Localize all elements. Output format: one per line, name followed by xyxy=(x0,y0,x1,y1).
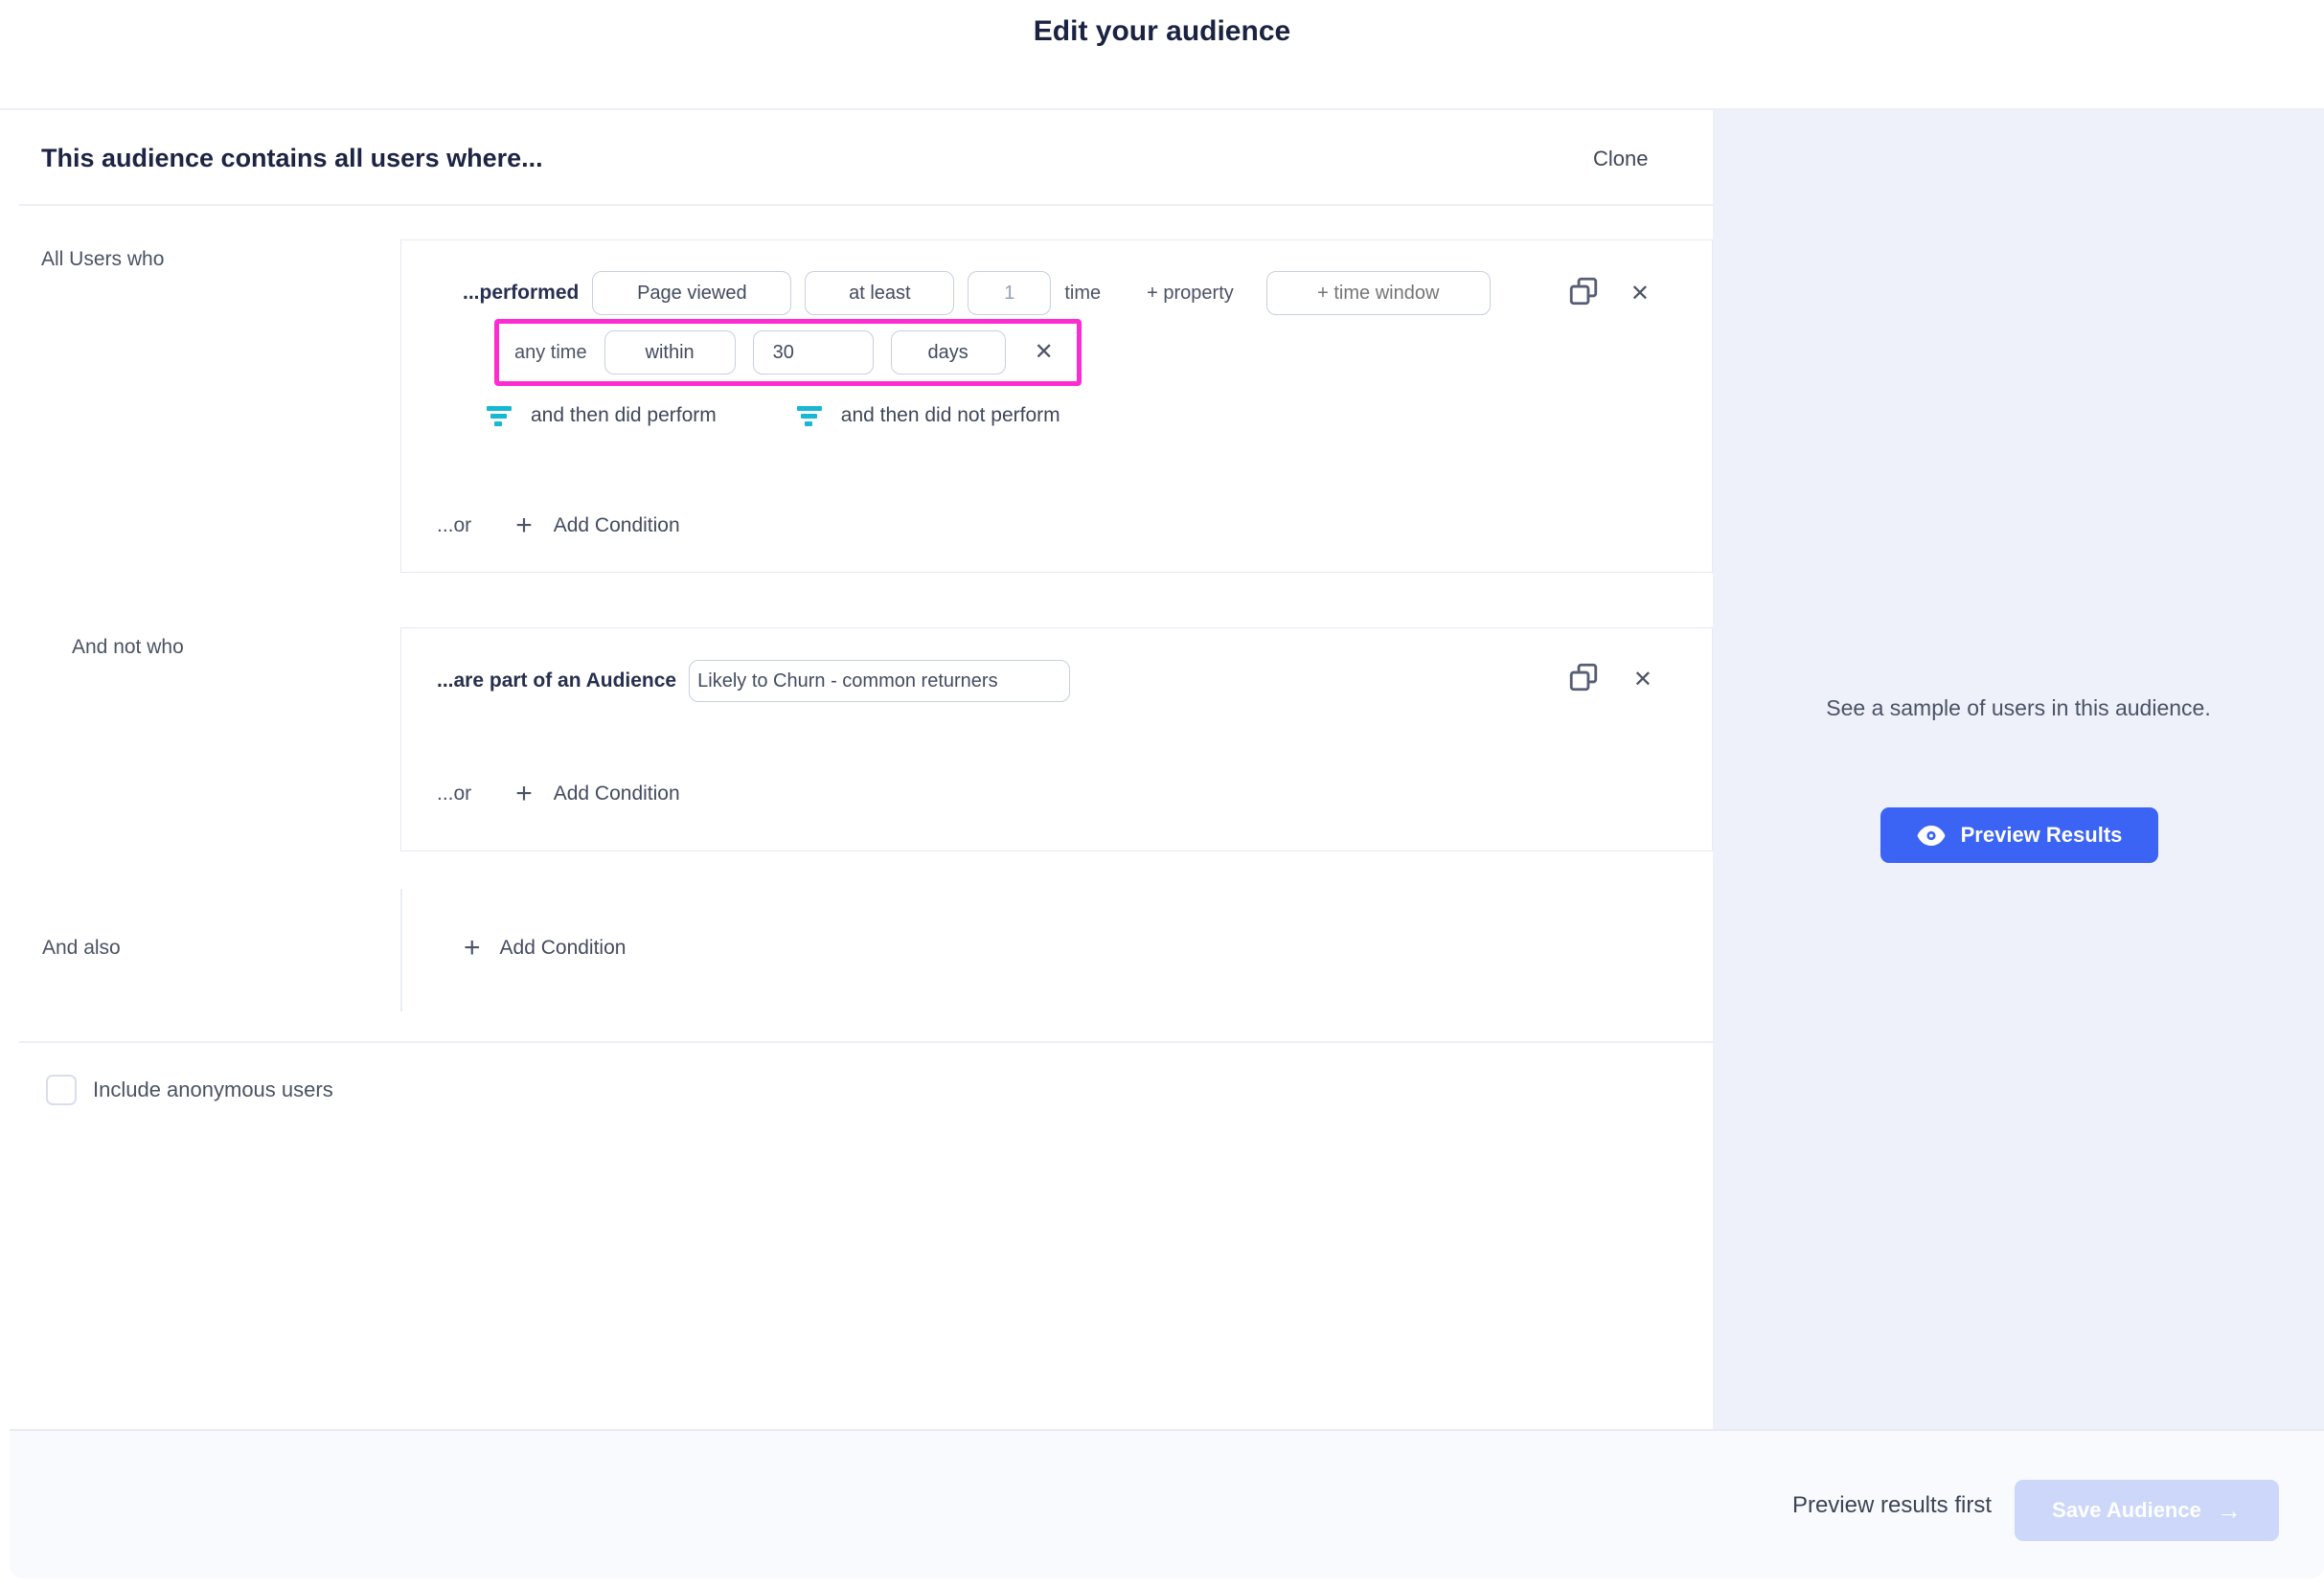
preview-results-label: Preview Results xyxy=(1961,823,2123,848)
section-label-all-users: All Users who xyxy=(41,248,164,271)
comparator-select[interactable]: within xyxy=(604,330,736,374)
any-time-label: any time xyxy=(514,342,587,364)
eye-icon xyxy=(1917,826,1946,846)
remove-condition-icon[interactable]: ✕ xyxy=(1633,669,1652,692)
operator-select[interactable]: at least xyxy=(805,271,954,315)
plus-icon[interactable]: + xyxy=(515,780,533,808)
plus-icon[interactable]: + xyxy=(464,934,481,963)
include-anonymous-checkbox[interactable] xyxy=(46,1075,77,1105)
audience-select[interactable]: Likely to Churn - common returners xyxy=(689,660,1070,702)
preview-first-hint: Preview results first xyxy=(1792,1492,1992,1519)
or-label: ...or xyxy=(437,783,471,805)
funnel-filter-icon xyxy=(487,405,512,427)
or-label: ...or xyxy=(437,514,471,537)
section-label-and-not-who: And not who xyxy=(72,636,184,659)
plus-icon[interactable]: + xyxy=(515,511,533,540)
event-select[interactable]: Page viewed xyxy=(592,271,791,315)
time-window-input[interactable] xyxy=(1266,271,1491,315)
add-condition-button[interactable]: Add Condition xyxy=(554,783,680,805)
audience-definition-heading: This audience contains all users where..… xyxy=(41,144,543,173)
funnel-filter-icon xyxy=(797,405,822,427)
time-window-highlight-box: any time within days ✕ xyxy=(494,319,1082,386)
header-divider xyxy=(19,204,1713,206)
arrow-right-icon: → xyxy=(2217,1498,2242,1523)
edit-audience-modal: Edit your audience This audience contain… xyxy=(0,0,2324,1588)
preview-results-button[interactable]: Preview Results xyxy=(1880,807,2158,863)
include-anonymous-label: Include anonymous users xyxy=(93,1078,333,1102)
audience-prefix: ...are part of an Audience xyxy=(437,669,676,692)
duplicate-condition-icon[interactable] xyxy=(1567,275,1600,312)
section-label-and-also: And also xyxy=(42,937,121,960)
clone-button[interactable]: Clone xyxy=(1593,147,1648,171)
time-unit-select[interactable]: days xyxy=(891,330,1006,374)
count-input[interactable] xyxy=(968,271,1051,315)
then-did-perform-link[interactable]: and then did perform xyxy=(531,404,717,427)
add-property-button[interactable]: + property xyxy=(1147,283,1234,305)
then-did-not-perform-link[interactable]: and then did not perform xyxy=(841,404,1060,427)
performed-prefix: ...performed xyxy=(463,282,579,305)
condition-card-audience: ...are part of an Audience Likely to Chu… xyxy=(400,627,1713,851)
duplicate-condition-icon[interactable] xyxy=(1567,661,1600,698)
anonymous-divider xyxy=(19,1041,1713,1043)
add-condition-button[interactable]: Add Condition xyxy=(500,937,627,960)
add-condition-button[interactable]: Add Condition xyxy=(554,514,680,537)
remove-time-window-icon[interactable]: ✕ xyxy=(1035,341,1054,364)
page-title: Edit your audience xyxy=(0,15,2324,48)
footer-bar: Preview results first Save Audience → xyxy=(10,1429,2324,1578)
preview-panel: See a sample of users in this audience. … xyxy=(1713,110,2324,1429)
remove-condition-icon[interactable]: ✕ xyxy=(1630,283,1650,306)
and-also-divider xyxy=(400,889,402,1011)
time-value-input[interactable] xyxy=(753,330,874,374)
preview-panel-message: See a sample of users in this audience. xyxy=(1812,685,2224,731)
times-label: time xyxy=(1064,283,1101,305)
save-audience-label: Save Audience xyxy=(2052,1498,2201,1523)
save-audience-button[interactable]: Save Audience → xyxy=(2015,1480,2279,1541)
condition-card-performed: ...performed Page viewed at least time +… xyxy=(400,239,1713,573)
